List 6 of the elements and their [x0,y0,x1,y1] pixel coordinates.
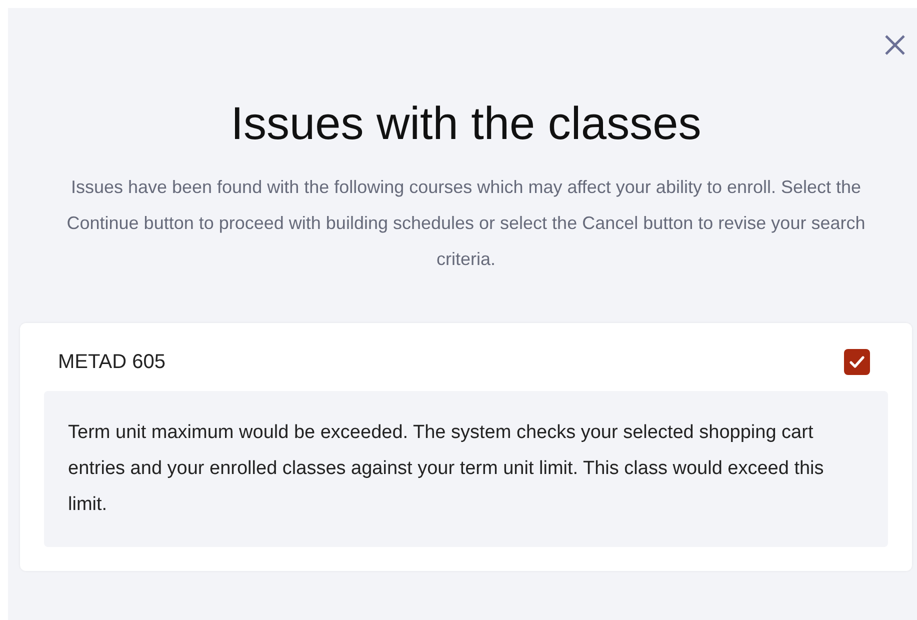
issue-message: Term unit maximum would be exceeded. The system checks your selected shopping cart entries and your enrolled classes against your term unit limit. This class would exceed this limit. [44,391,888,548]
dialog-description: Issues have been found with the following courses which may affect your ability to enroll. Select the Continue button to proceed with building schedules or select the Cancel button to revise your search criteria. [66,176,866,272]
course-name: METAD 605 [58,350,166,374]
close-icon[interactable] [884,34,906,56]
checkbox[interactable] [844,349,870,376]
dialog-title: Issues with the classes [230,96,702,151]
